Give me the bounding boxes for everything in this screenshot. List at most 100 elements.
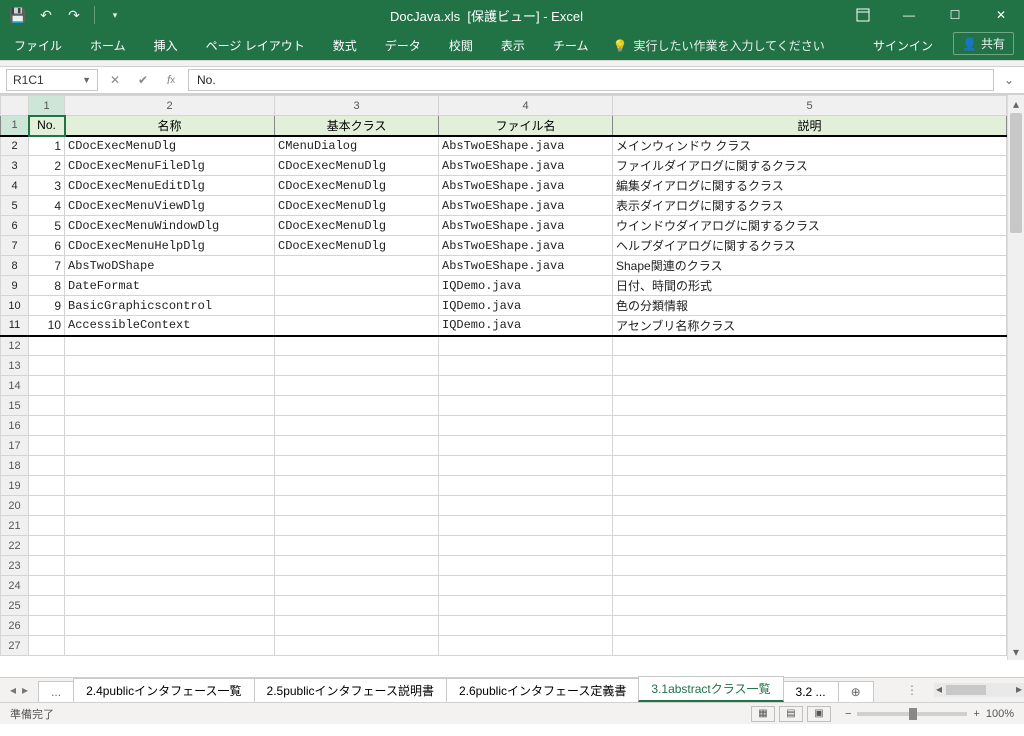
tab-nav-next-icon[interactable]: ▸ [22,683,28,697]
row-header[interactable]: 7 [1,236,29,256]
scroll-down-icon[interactable]: ▾ [1008,643,1024,660]
save-icon[interactable]: 💾 [6,3,30,27]
cell[interactable] [275,636,439,656]
cell[interactable] [275,576,439,596]
cell[interactable]: 9 [29,296,65,316]
cell[interactable]: CDocExecMenuFileDlg [65,156,275,176]
scroll-up-icon[interactable]: ▴ [1008,95,1024,112]
row-header[interactable]: 23 [1,556,29,576]
cell[interactable] [29,496,65,516]
cell[interactable]: CDocExecMenuHelpDlg [65,236,275,256]
ribbon-tab-home[interactable]: ホーム [76,31,140,60]
cell[interactable]: ヘルプダイアログに関するクラス [613,236,1007,256]
cell[interactable]: CMenuDialog [275,136,439,156]
cell[interactable]: BasicGraphicscontrol [65,296,275,316]
cell[interactable] [275,496,439,516]
cell[interactable] [29,456,65,476]
cell[interactable] [29,516,65,536]
cell[interactable]: CDocExecMenuDlg [275,216,439,236]
cell[interactable] [439,556,613,576]
col-header[interactable]: 4 [439,96,613,116]
row-header[interactable]: 5 [1,196,29,216]
cell[interactable] [439,636,613,656]
cell[interactable] [65,456,275,476]
qat-more-icon[interactable]: ▾ [103,3,127,27]
row-header[interactable]: 2 [1,136,29,156]
signin-link[interactable]: サインイン [859,31,947,60]
ribbon-tab-view[interactable]: 表示 [487,31,539,60]
tab-split-handle[interactable]: ⋮ [902,683,922,697]
cell[interactable]: 2 [29,156,65,176]
cell[interactable]: 4 [29,196,65,216]
zoom-in-button[interactable]: + [973,708,979,720]
formula-expand-icon[interactable]: ⌄ [1000,73,1018,87]
cell[interactable]: 基本クラス [275,116,439,136]
col-header[interactable]: 1 [29,96,65,116]
vertical-scrollbar[interactable]: ▴ ▾ [1007,95,1024,660]
cell[interactable]: IQDemo.java [439,276,613,296]
cell[interactable]: CDocExecMenuDlg [275,236,439,256]
cell[interactable] [613,596,1007,616]
cell[interactable] [29,556,65,576]
ribbon-tab-data[interactable]: データ [371,31,435,60]
row-header[interactable]: 20 [1,496,29,516]
cell[interactable]: CDocExecMenuDlg [275,196,439,216]
cell[interactable]: AbsTwoEShape.java [439,176,613,196]
cell[interactable] [275,296,439,316]
cell[interactable] [275,336,439,356]
cell[interactable] [65,496,275,516]
cell[interactable]: 日付、時間の形式 [613,276,1007,296]
cell[interactable] [613,496,1007,516]
cell[interactable] [275,256,439,276]
cell[interactable] [439,356,613,376]
row-header[interactable]: 10 [1,296,29,316]
cell[interactable] [275,476,439,496]
cell[interactable]: ファイル名 [439,116,613,136]
cell[interactable] [613,536,1007,556]
cell[interactable] [439,456,613,476]
col-header[interactable]: 3 [275,96,439,116]
cell[interactable]: IQDemo.java [439,316,613,336]
row-header[interactable]: 8 [1,256,29,276]
undo-icon[interactable]: ↶ [34,3,58,27]
window-minimize-icon[interactable]: — [886,0,932,30]
row-header[interactable]: 22 [1,536,29,556]
select-all-corner[interactable] [1,96,29,116]
ribbon-tab-formulas[interactable]: 数式 [319,31,371,60]
cell[interactable]: AccessibleContext [65,316,275,336]
cell[interactable] [275,376,439,396]
cell[interactable] [29,376,65,396]
cell[interactable] [65,336,275,356]
scroll-left-icon[interactable]: ◂ [936,682,942,696]
cell[interactable] [439,496,613,516]
cell[interactable] [275,416,439,436]
ribbon-tab-file[interactable]: ファイル [0,31,76,60]
ribbon-tab-pagelayout[interactable]: ページ レイアウト [192,31,319,60]
cell[interactable] [65,536,275,556]
row-header[interactable]: 1 [1,116,29,136]
cell[interactable] [439,536,613,556]
cell[interactable] [275,436,439,456]
cell[interactable]: 8 [29,276,65,296]
cell[interactable] [29,636,65,656]
cell[interactable]: 名称 [65,116,275,136]
cell[interactable]: CDocExecMenuDlg [65,136,275,156]
cell[interactable] [65,416,275,436]
cell[interactable] [65,356,275,376]
sheet-tab[interactable]: 2.6publicインタフェース定義書 [446,678,639,702]
cell[interactable]: 7 [29,256,65,276]
row-header[interactable]: 24 [1,576,29,596]
cell[interactable] [29,536,65,556]
cell[interactable] [613,636,1007,656]
scrollbar-thumb[interactable] [946,685,986,695]
cell[interactable]: 編集ダイアログに関するクラス [613,176,1007,196]
cell[interactable] [275,276,439,296]
row-header[interactable]: 17 [1,436,29,456]
row-header[interactable]: 11 [1,316,29,336]
cell[interactable]: メインウィンドウ クラス [613,136,1007,156]
tell-me-input[interactable]: 💡 実行したい作業を入力してください [602,31,834,60]
cell[interactable] [613,456,1007,476]
cell[interactable] [29,436,65,456]
cell[interactable] [275,596,439,616]
name-box[interactable]: R1C1 ▼ [6,69,98,91]
